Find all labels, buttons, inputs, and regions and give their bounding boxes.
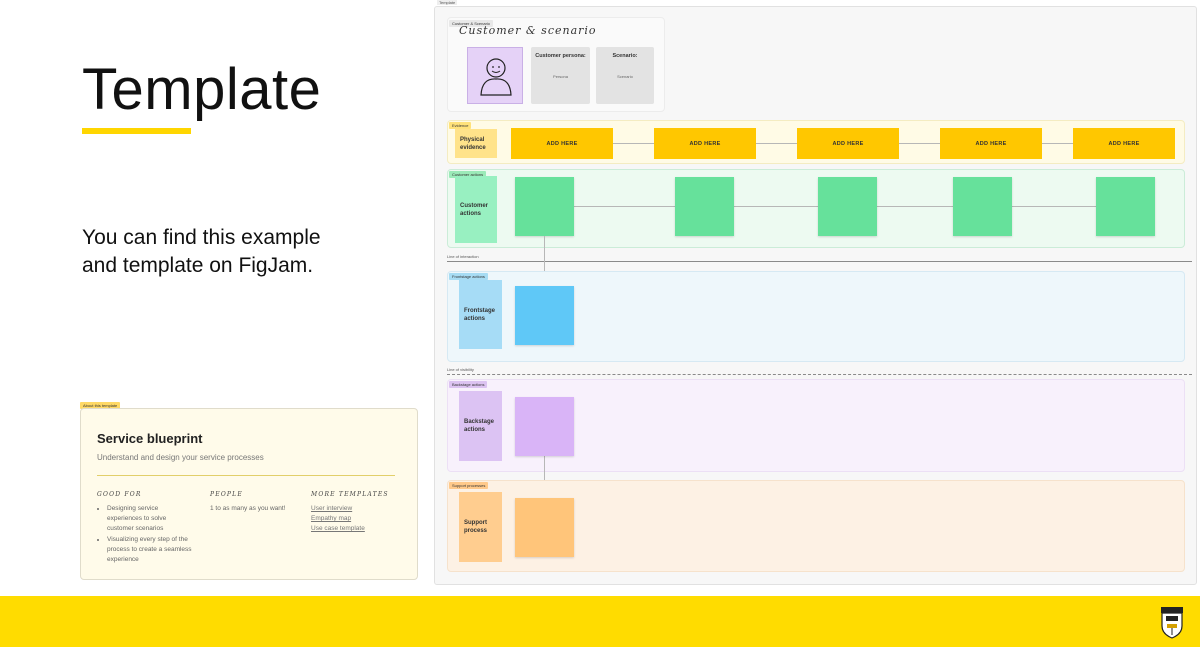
slide-title: Template [82, 57, 322, 122]
evidence-sticky[interactable]: ADD HERE [940, 128, 1042, 159]
support-tag: Support processes [449, 482, 489, 489]
frontstage-action-sticky[interactable] [515, 286, 574, 345]
about-card-title: Service blueprint [97, 431, 203, 446]
customer-action-sticky[interactable] [515, 177, 574, 236]
slide-body-text: You can find this example and template o… [82, 226, 321, 277]
scenario-card-title: Scenario: [612, 53, 638, 59]
people-column: PEOPLE 1 to as many as you want! [210, 491, 300, 514]
scenario-card-text: Scenario [617, 74, 633, 79]
person-sketch-icon [480, 58, 512, 96]
customer-action-sticky[interactable] [818, 177, 877, 236]
backstage-tag: Backstage actions [449, 381, 488, 388]
persona-avatar[interactable] [467, 47, 523, 104]
customer-scenario-title: Customer & scenario [459, 24, 597, 37]
backstage-action-sticky[interactable] [515, 397, 574, 456]
evidence-sticky[interactable]: ADD HERE [797, 128, 899, 159]
line-of-interaction [447, 261, 1192, 262]
persona-card-title: Customer persona: [535, 53, 586, 59]
footer-band [0, 596, 1200, 647]
support-process-label[interactable]: Support process [459, 492, 502, 562]
good-for-item: Visualizing every step of the process to… [107, 535, 193, 565]
good-for-column: GOOD FOR Designing service experiences t… [97, 491, 193, 566]
customer-action-sticky[interactable] [1096, 177, 1155, 236]
university-crest-icon [1160, 606, 1184, 640]
frontstage-actions-label[interactable]: Frontstage actions [459, 280, 502, 349]
line-of-visibility-label: Line of visibility [447, 367, 474, 372]
connector-line [574, 206, 675, 207]
about-template-card: Service blueprint Understand and design … [80, 408, 418, 580]
people-heading: PEOPLE [210, 491, 243, 498]
connector-line [756, 143, 797, 144]
board-tag: Template [437, 0, 458, 5]
line-of-interaction-label: Line of interaction [447, 254, 479, 259]
physical-evidence-label[interactable]: Physical evidence [455, 129, 497, 158]
customer-action-sticky[interactable] [953, 177, 1012, 236]
connector-line [734, 206, 818, 207]
more-templates-column: MORE TEMPLATES User interview Empathy ma… [311, 491, 401, 534]
link-use-case-template[interactable]: Use case template [311, 524, 401, 534]
connector-line [1012, 206, 1096, 207]
link-user-interview[interactable]: User interview [311, 504, 401, 514]
evidence-tag: Evidence [449, 122, 472, 129]
connector-line [899, 143, 940, 144]
connector-line [1042, 143, 1073, 144]
evidence-sticky[interactable]: ADD HERE [1073, 128, 1175, 159]
backstage-actions-label[interactable]: Backstage actions [459, 391, 502, 461]
title-underline [82, 128, 191, 134]
line-of-visibility [447, 374, 1192, 375]
people-text: 1 to as many as you want! [210, 505, 286, 512]
connector-line [613, 143, 654, 144]
customer-action-sticky[interactable] [675, 177, 734, 236]
persona-card-text: Persona [553, 74, 568, 79]
connector-line [877, 206, 953, 207]
persona-card[interactable]: Customer persona: Persona [531, 47, 590, 104]
about-card-subtitle: Understand and design your service proce… [97, 453, 264, 462]
scenario-card[interactable]: Scenario: Scenario [596, 47, 654, 104]
evidence-sticky[interactable]: ADD HERE [654, 128, 756, 159]
good-for-heading: GOOD FOR [97, 491, 142, 498]
good-for-item: Designing service experiences to solve c… [107, 504, 193, 534]
customer-actions-label[interactable]: Customer actions [455, 176, 497, 243]
more-templates-heading: MORE TEMPLATES [311, 491, 389, 498]
about-card-divider [97, 475, 395, 476]
support-process-sticky[interactable] [515, 498, 574, 557]
frontstage-tag: Frontstage actions [449, 273, 488, 280]
link-empathy-map[interactable]: Empathy map [311, 514, 401, 524]
evidence-sticky[interactable]: ADD HERE [511, 128, 613, 159]
good-for-list: Designing service experiences to solve c… [97, 504, 193, 565]
